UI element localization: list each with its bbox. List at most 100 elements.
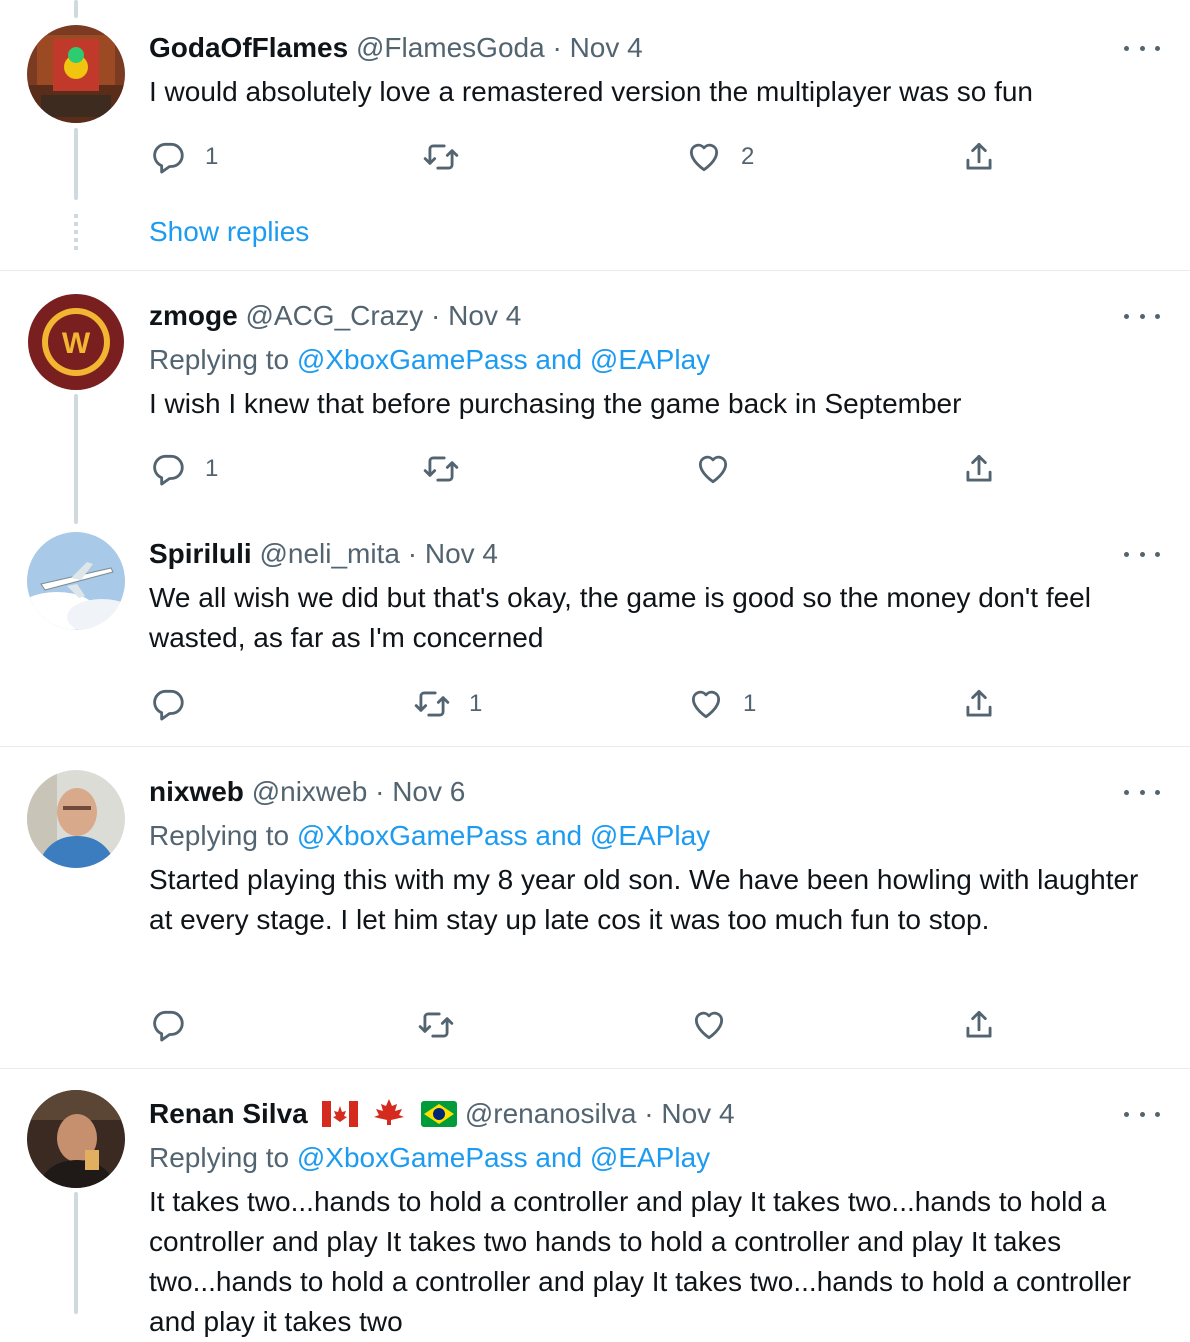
like-count: 1 [743, 690, 757, 717]
more-icon[interactable] [1124, 1104, 1160, 1124]
like-icon [689, 143, 719, 172]
like-icon [691, 690, 721, 719]
replying-to: Replying to @XboxGamePass and @EAPlay [149, 818, 710, 854]
like-icon [698, 455, 728, 484]
canada-flag-icon [321, 1101, 358, 1127]
avatar-image: W [27, 293, 125, 391]
share-icon [966, 142, 992, 170]
reply-button[interactable]: 1 [149, 138, 218, 176]
like-button[interactable]: 2 [685, 138, 754, 176]
more-icon[interactable] [1124, 38, 1160, 58]
tweet-header: Renan Silva @renanosilva · Nov 4 [149, 1096, 735, 1132]
share-icon [966, 1010, 992, 1038]
user-handle[interactable]: @renanosilva [465, 1098, 637, 1129]
separator-dot: · [552, 32, 562, 63]
display-name[interactable]: nixweb [149, 776, 244, 807]
like-icon [694, 1011, 724, 1040]
user-handle[interactable]: @nixweb [252, 776, 368, 807]
like-button[interactable] [690, 1006, 746, 1044]
replying-to-link[interactable]: @XboxGamePass and @EAPlay [297, 1142, 710, 1173]
tweet-date[interactable]: Nov 4 [425, 538, 498, 569]
avatar[interactable] [27, 25, 125, 123]
divider [0, 270, 1190, 271]
tweet-header: zmoge @ACG_Crazy · Nov 4 [149, 298, 521, 334]
share-icon [966, 689, 992, 717]
retweet-count: 1 [469, 690, 483, 717]
avatar-image [27, 532, 125, 630]
retweet-icon [414, 691, 450, 717]
avatar-image [27, 770, 125, 868]
replying-to: Replying to @XboxGamePass and @EAPlay [149, 1140, 710, 1176]
reply-count: 1 [205, 455, 219, 482]
divider [0, 746, 1190, 747]
user-handle[interactable]: @neli_mita [259, 538, 399, 569]
retweet-button[interactable] [422, 138, 478, 176]
replying-prefix: Replying to [149, 344, 290, 375]
avatar-image [27, 25, 125, 123]
tweet-date[interactable]: Nov 4 [448, 300, 521, 331]
avatar[interactable] [27, 532, 125, 630]
separator-dot: · [407, 538, 418, 569]
like-button[interactable]: 1 [687, 685, 756, 723]
avatar[interactable]: W [27, 293, 125, 391]
show-replies-link[interactable]: Show replies [149, 216, 309, 248]
avatar[interactable] [27, 1090, 125, 1188]
retweet-button[interactable] [422, 450, 478, 488]
retweet-icon [423, 456, 459, 482]
retweet-icon [418, 1012, 454, 1038]
user-handle[interactable]: @FlamesGoda [356, 32, 545, 63]
replying-to-link[interactable]: @XboxGamePass and @EAPlay [297, 344, 710, 375]
reply-icon [153, 689, 184, 721]
avatar-image [27, 1090, 125, 1188]
reply-button[interactable]: 1 [149, 450, 218, 488]
tweet-date[interactable]: Nov 6 [392, 776, 465, 807]
display-name[interactable]: zmoge [149, 300, 238, 331]
maple-leaf-icon [374, 1099, 405, 1125]
tweet-header: GodaOfFlames @FlamesGoda · Nov 4 [149, 30, 643, 66]
replying-prefix: Replying to [149, 1142, 290, 1173]
replying-prefix: Replying to [149, 820, 290, 851]
more-icon[interactable] [1124, 306, 1160, 326]
share-icon [966, 454, 992, 482]
tweet-text: I would absolutely love a remastered ver… [149, 76, 1033, 107]
reply-icon [153, 1010, 184, 1042]
reply-icon [153, 454, 184, 486]
thread-line [74, 394, 78, 524]
display-name[interactable]: Spiriluli [149, 538, 252, 569]
tweet-date[interactable]: Nov 4 [570, 32, 643, 63]
tweet-header: Spiriluli @neli_mita · Nov 4 [149, 536, 498, 572]
reply-button[interactable] [149, 685, 205, 723]
separator-dot: · [431, 300, 441, 331]
tweet-date[interactable]: Nov 4 [661, 1098, 734, 1129]
tweet-text: It takes two...hands to hold a controlle… [149, 1186, 1132, 1337]
divider [0, 1068, 1190, 1069]
thread-line [74, 128, 78, 200]
share-button[interactable] [960, 685, 998, 723]
like-button[interactable] [694, 450, 750, 488]
reply-count: 1 [205, 143, 219, 170]
share-button[interactable] [960, 450, 998, 488]
brazil-flag-icon [421, 1101, 458, 1127]
retweet-button[interactable]: 1 [413, 685, 482, 723]
display-name[interactable]: Renan Silva [149, 1098, 308, 1129]
more-icon[interactable] [1124, 782, 1160, 802]
retweet-icon [423, 144, 459, 170]
svg-text:W: W [62, 327, 91, 360]
avatar[interactable] [27, 770, 125, 868]
display-name[interactable]: GodaOfFlames [149, 32, 348, 63]
replying-to: Replying to @XboxGamePass and @EAPlay [149, 342, 710, 378]
retweet-button[interactable] [417, 1006, 473, 1044]
share-button[interactable] [960, 138, 998, 176]
tweet-header: nixweb @nixweb · Nov 6 [149, 774, 465, 810]
separator-dot: · [644, 1098, 654, 1129]
thread-line [74, 1192, 78, 1314]
replying-to-link[interactable]: @XboxGamePass and @EAPlay [297, 820, 710, 851]
user-handle[interactable]: @ACG_Crazy [245, 300, 423, 331]
more-icon[interactable] [1124, 544, 1160, 564]
reply-button[interactable] [149, 1006, 205, 1044]
share-button[interactable] [960, 1006, 998, 1044]
reply-icon [153, 142, 184, 174]
tweet-text: We all wish we did but that's okay, the … [149, 582, 1091, 653]
tweet-text: I wish I knew that before purchasing the… [149, 388, 962, 419]
like-count: 2 [741, 143, 755, 170]
